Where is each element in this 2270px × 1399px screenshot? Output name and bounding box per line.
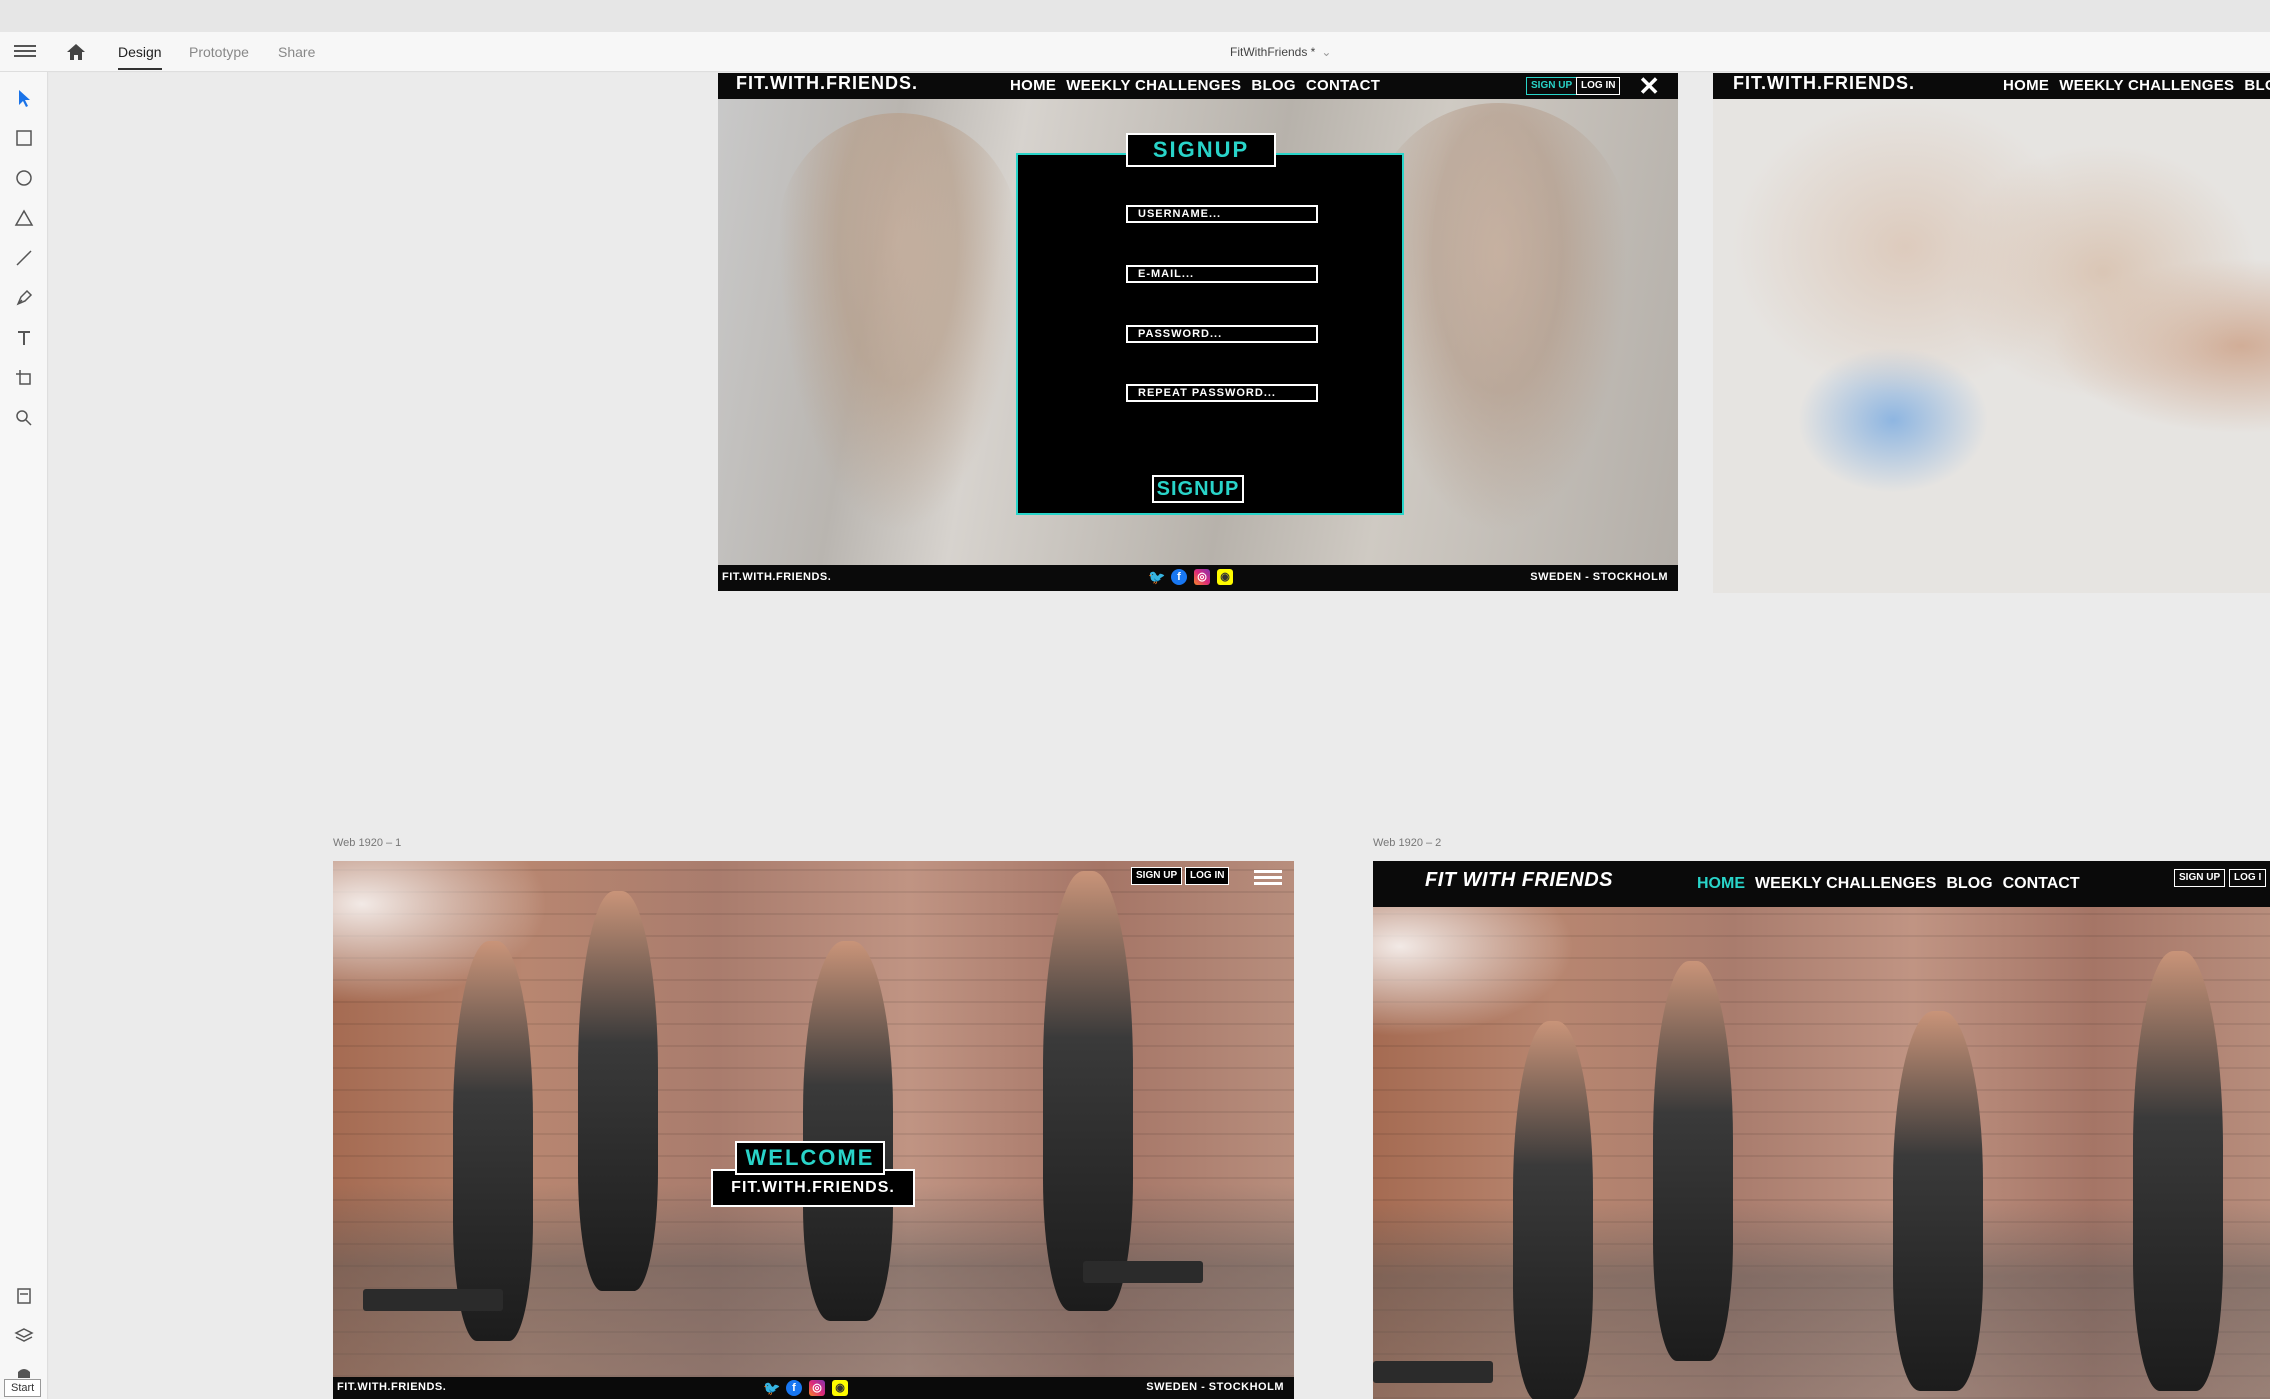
twitter-icon[interactable]: 🐦 xyxy=(763,1380,780,1396)
photo-person xyxy=(803,941,893,1321)
instagram-icon[interactable]: ◎ xyxy=(1194,569,1210,585)
home-icon[interactable] xyxy=(64,40,88,64)
start-button[interactable]: Start xyxy=(4,1379,42,1397)
repeat-password-field[interactable]: REPEAT PASSWORD... xyxy=(1126,384,1318,402)
site-logo: FIT WITH FRIENDS xyxy=(1425,869,1613,891)
document-title-text: FitWithFriends * xyxy=(1230,45,1316,59)
site-logo: FIT.WITH.FRIENDS. xyxy=(736,73,918,93)
pen-tool-icon[interactable] xyxy=(12,286,36,310)
signup-button[interactable]: SIGN UP xyxy=(2174,869,2226,887)
social-links: 🐦 f ◎ ◉ xyxy=(1148,569,1233,585)
artboard-label[interactable]: Web 1920 – 2 xyxy=(1373,837,1441,849)
background-photo-person xyxy=(778,113,1018,533)
photo-person xyxy=(1043,871,1133,1311)
hamburger-menu-icon[interactable] xyxy=(1254,867,1282,887)
footer-location: SWEDEN - STOCKHOLM xyxy=(1146,1381,1284,1393)
social-links: 🐦 f ◎ ◉ xyxy=(763,1380,848,1396)
nav-blog[interactable]: BLOG xyxy=(1251,77,1296,94)
footer-brand: FIT.WITH.FRIENDS. xyxy=(337,1381,447,1393)
login-button[interactable]: LOG IN xyxy=(1576,77,1621,95)
nav-blog[interactable]: BLO xyxy=(2244,77,2270,94)
footer-brand: FIT.WITH.FRIENDS. xyxy=(722,571,832,583)
layers-icon[interactable] xyxy=(12,1324,36,1348)
background-photo-person xyxy=(1368,103,1628,533)
welcome-title: WELCOME xyxy=(735,1141,885,1175)
tab-prototype[interactable]: Prototype xyxy=(189,44,249,60)
nav-weekly-challenges[interactable]: WEEKLY CHALLENGES xyxy=(1755,875,1936,893)
artboard-partial-top-right[interactable]: FIT.WITH.FRIENDS. HOME WEEKLY CHALLENGES… xyxy=(1713,73,2270,593)
signup-title: SIGNUP xyxy=(1126,133,1276,167)
login-button[interactable]: LOG IN xyxy=(1185,867,1230,885)
nav-blog[interactable]: BLOG xyxy=(1946,875,1992,893)
step-bench xyxy=(1083,1261,1203,1283)
line-tool-icon[interactable] xyxy=(12,246,36,270)
hamburger-menu-icon[interactable] xyxy=(14,42,36,62)
nav-home[interactable]: HOME xyxy=(1010,77,1056,94)
nav-weekly-challenges[interactable]: WEEKLY CHALLENGES xyxy=(2059,77,2234,94)
tab-design[interactable]: Design xyxy=(118,44,162,70)
site-navbar: FIT.WITH.FRIENDS. HOME WEEKLY CHALLENGES… xyxy=(718,73,1678,99)
rectangle-tool-icon[interactable] xyxy=(12,126,36,150)
snapchat-icon[interactable]: ◉ xyxy=(832,1380,848,1396)
site-navbar: FIT.WITH.FRIENDS. HOME WEEKLY CHALLENGES… xyxy=(1713,73,2270,99)
step-bench xyxy=(363,1289,503,1311)
signup-submit-button[interactable]: SIGNUP xyxy=(1152,475,1244,503)
select-tool-icon[interactable] xyxy=(12,86,36,110)
username-field[interactable]: USERNAME... xyxy=(1126,205,1318,223)
photo-person xyxy=(1893,1011,1983,1391)
assets-icon[interactable] xyxy=(12,1284,36,1308)
nav-contact[interactable]: CONTACT xyxy=(1306,77,1380,94)
text-tool-icon[interactable] xyxy=(12,326,36,350)
chevron-down-icon: ⌄ xyxy=(1321,45,1332,59)
instagram-icon[interactable]: ◎ xyxy=(809,1380,825,1396)
password-field[interactable]: PASSWORD... xyxy=(1126,325,1318,343)
login-button[interactable]: LOG I xyxy=(2229,869,2267,887)
nav-home[interactable]: HOME xyxy=(2003,77,2049,94)
site-navbar: FIT WITH FRIENDS HOME WEEKLY CHALLENGES … xyxy=(1373,861,2270,907)
facebook-icon[interactable]: f xyxy=(1171,569,1187,585)
footer-location: SWEDEN - STOCKHOLM xyxy=(1530,571,1668,583)
site-footer: FIT.WITH.FRIENDS. 🐦 f ◎ ◉ SWEDEN - STOCK… xyxy=(333,1377,1294,1399)
document-title[interactable]: FitWithFriends * ⌄ xyxy=(1230,45,1331,59)
artboard-web-2[interactable]: FIT WITH FRIENDS HOME WEEKLY CHALLENGES … xyxy=(1373,861,2270,1399)
artboard-tool-icon[interactable] xyxy=(12,366,36,390)
signup-button[interactable]: SIGN UP xyxy=(1526,77,1578,95)
nav-home[interactable]: HOME xyxy=(1697,875,1745,893)
facebook-icon[interactable]: f xyxy=(786,1380,802,1396)
app-toolbar: Design Prototype Share FitWithFriends * ⌄ xyxy=(0,32,2270,72)
tool-rail xyxy=(0,72,48,1399)
tab-share[interactable]: Share xyxy=(278,44,315,60)
photo-person xyxy=(453,941,533,1341)
window-title-bar xyxy=(0,0,2270,32)
artboard-web-1[interactable]: SIGN UP LOG IN FIT.WITH.FRIENDS. WELCOME… xyxy=(333,861,1294,1399)
photo-person xyxy=(2133,951,2223,1391)
close-icon[interactable]: ✕ xyxy=(1638,73,1660,99)
welcome-banner: FIT.WITH.FRIENDS. WELCOME xyxy=(711,1141,915,1211)
artboard-label[interactable]: Web 1920 – 1 xyxy=(333,837,401,849)
zoom-tool-icon[interactable] xyxy=(12,406,36,430)
site-nav: HOME WEEKLY CHALLENGES BLO xyxy=(2003,77,2270,94)
photo-person xyxy=(1513,1021,1593,1399)
twitter-icon[interactable]: 🐦 xyxy=(1148,569,1165,585)
triangle-tool-icon[interactable] xyxy=(12,206,36,230)
site-nav: HOME WEEKLY CHALLENGES BLOG CONTACT xyxy=(1010,77,1380,94)
signup-button[interactable]: SIGN UP xyxy=(1131,867,1183,885)
step-bench xyxy=(1373,1361,1493,1383)
ellipse-tool-icon[interactable] xyxy=(12,166,36,190)
site-footer: FIT.WITH.FRIENDS. 🐦 f ◎ ◉ SWEDEN - STOCK… xyxy=(718,565,1678,591)
design-canvas[interactable]: FIT.WITH.FRIENDS. HOME WEEKLY CHALLENGES… xyxy=(49,73,2270,1399)
snapchat-icon[interactable]: ◉ xyxy=(1217,569,1233,585)
artboard-signup[interactable]: FIT.WITH.FRIENDS. HOME WEEKLY CHALLENGES… xyxy=(718,73,1678,591)
site-logo: FIT.WITH.FRIENDS. xyxy=(1733,73,1915,93)
site-nav: HOME WEEKLY CHALLENGES BLOG CONTACT xyxy=(1697,875,2080,893)
email-field[interactable]: E-MAIL... xyxy=(1126,265,1318,283)
nav-contact[interactable]: CONTACT xyxy=(2003,875,2080,893)
photo-person xyxy=(578,891,658,1291)
hero-photo-group xyxy=(1713,99,2270,593)
photo-person xyxy=(1653,961,1733,1361)
signup-modal: USERNAME... E-MAIL... PASSWORD... REPEAT… xyxy=(1016,153,1404,515)
nav-weekly-challenges[interactable]: WEEKLY CHALLENGES xyxy=(1066,77,1241,94)
